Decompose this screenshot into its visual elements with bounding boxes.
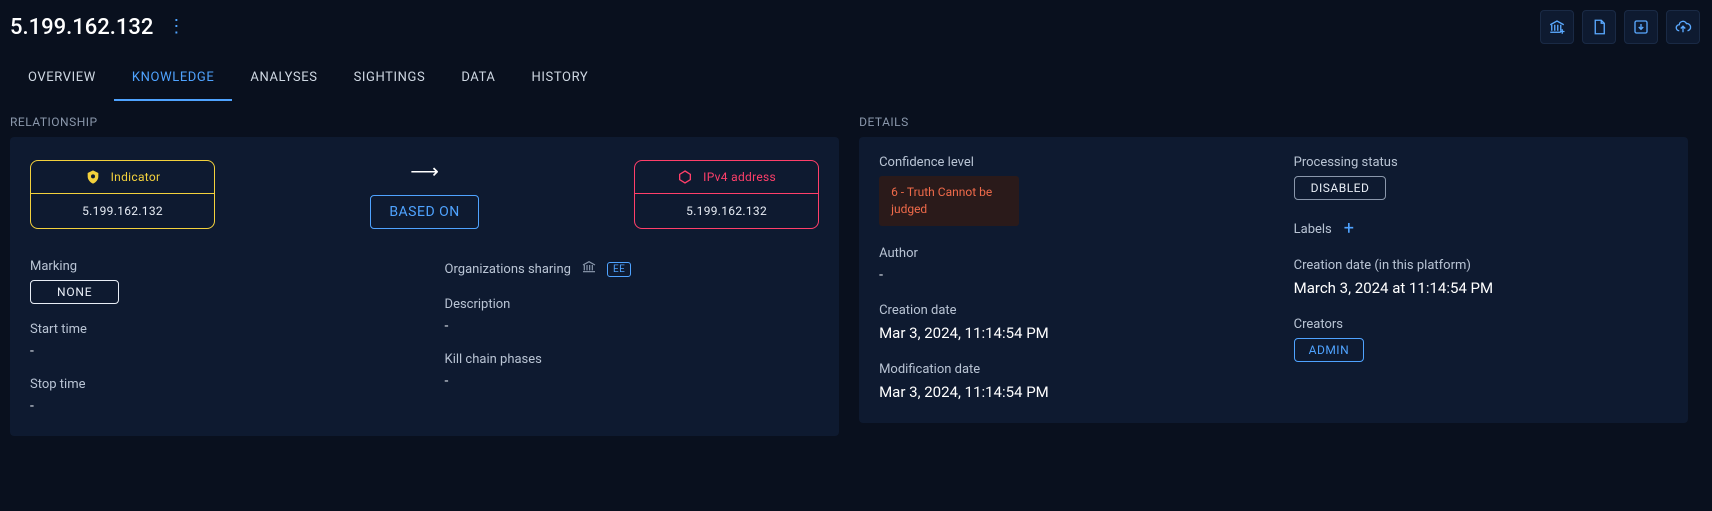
relationship-section-label: RELATIONSHIP xyxy=(10,115,839,137)
download-button[interactable] xyxy=(1624,10,1658,44)
modification-date-label: Modification date xyxy=(879,362,1254,377)
killchain-label: Kill chain phases xyxy=(445,352,820,367)
source-type-label: Indicator xyxy=(111,170,161,184)
details-section-label: DETAILS xyxy=(859,115,1688,137)
share-org-button[interactable] xyxy=(1540,10,1574,44)
more-menu-icon[interactable]: ⋮ xyxy=(167,18,185,36)
killchain-value: - xyxy=(445,373,820,389)
author-value: - xyxy=(879,267,1254,283)
relationship-panel: Indicator 5.199.162.132 ⟶ BASED ON IPv4 … xyxy=(10,137,839,436)
arrow-right-icon: ⟶ xyxy=(410,159,439,183)
target-type-label: IPv4 address xyxy=(703,170,776,184)
modification-date-value: Mar 3, 2024, 11:14:54 PM xyxy=(879,383,1254,401)
creator-chip[interactable]: ADMIN xyxy=(1294,338,1365,362)
bank-icon xyxy=(581,259,597,279)
description-value: - xyxy=(445,318,820,334)
tab-analyses[interactable]: ANALYSES xyxy=(232,62,335,101)
source-value: 5.199.162.132 xyxy=(31,194,214,228)
marking-chip[interactable]: NONE xyxy=(30,280,119,304)
creation-date-label: Creation date xyxy=(879,303,1254,318)
author-label: Author xyxy=(879,246,1254,261)
confidence-label: Confidence level xyxy=(879,155,1254,170)
processing-status-chip: DISABLED xyxy=(1294,176,1387,200)
processing-status-label: Processing status xyxy=(1294,155,1669,170)
tab-overview[interactable]: OVERVIEW xyxy=(10,62,114,101)
confidence-value: 6 - Truth Cannot be judged xyxy=(879,176,1019,226)
start-time-value: - xyxy=(30,343,405,359)
indicator-icon xyxy=(85,169,101,185)
target-value: 5.199.162.132 xyxy=(635,194,818,228)
ipv4-icon xyxy=(677,169,693,185)
platform-creation-label: Creation date (in this platform) xyxy=(1294,258,1669,273)
tab-sightings[interactable]: SIGHTINGS xyxy=(336,62,444,101)
source-entity-card[interactable]: Indicator 5.199.162.132 xyxy=(30,160,215,229)
cloud-button[interactable] xyxy=(1666,10,1700,44)
bank-plus-icon xyxy=(1548,18,1566,36)
details-panel: Confidence level 6 - Truth Cannot be jud… xyxy=(859,137,1688,423)
download-tray-icon xyxy=(1632,18,1650,36)
creators-label: Creators xyxy=(1294,317,1669,332)
platform-creation-value: March 3, 2024 at 11:14:54 PM xyxy=(1294,279,1669,297)
description-label: Description xyxy=(445,297,820,312)
creation-date-value: Mar 3, 2024, 11:14:54 PM xyxy=(879,324,1254,342)
tab-knowledge[interactable]: KNOWLEDGE xyxy=(114,62,232,101)
relationship-type-chip[interactable]: BASED ON xyxy=(370,195,478,229)
stop-time-label: Stop time xyxy=(30,377,405,392)
tab-history[interactable]: HISTORY xyxy=(514,62,607,101)
labels-label: Labels xyxy=(1294,222,1332,237)
tab-data[interactable]: DATA xyxy=(443,62,513,101)
file-icon xyxy=(1590,18,1608,36)
stop-time-value: - xyxy=(30,398,405,414)
target-entity-card[interactable]: IPv4 address 5.199.162.132 xyxy=(634,160,819,229)
page-title: 5.199.162.132 xyxy=(10,15,153,40)
marking-label: Marking xyxy=(30,259,405,274)
file-button[interactable] xyxy=(1582,10,1616,44)
ee-badge: EE xyxy=(607,262,631,277)
cloud-upload-icon xyxy=(1674,18,1692,36)
org-sharing-label: Organizations sharing xyxy=(445,262,571,277)
start-time-label: Start time xyxy=(30,322,405,337)
add-label-button[interactable]: + xyxy=(1344,220,1354,238)
